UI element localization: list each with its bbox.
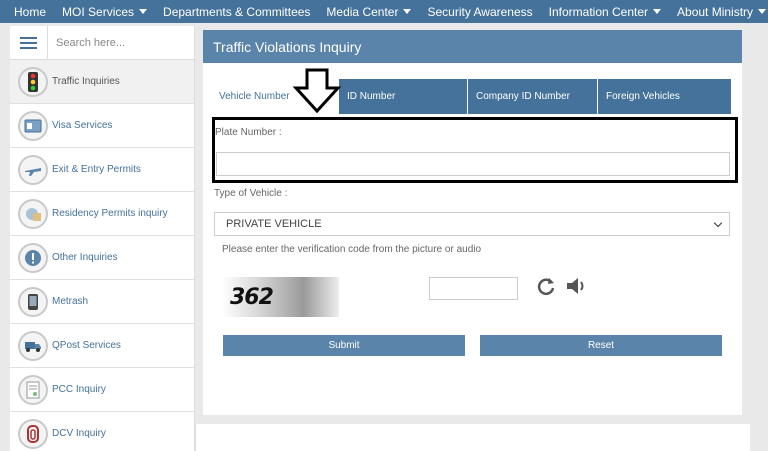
sidebar-item-pcc[interactable]: PCC Inquiry bbox=[10, 368, 194, 412]
sidebar-item-label: Metrash bbox=[52, 296, 89, 307]
sidebar-item-label: QPost Services bbox=[52, 340, 121, 351]
caret-down-icon bbox=[653, 9, 662, 14]
plate-number-input[interactable] bbox=[216, 152, 730, 176]
sidebar-item-label: Traffic Inquiries bbox=[52, 76, 120, 87]
sidebar-item-label: PCC Inquiry bbox=[52, 384, 106, 395]
vehicle-type-label: Type of Vehicle : bbox=[214, 188, 288, 199]
nav-about-ministry[interactable]: About Ministry bbox=[669, 0, 768, 23]
panel-body bbox=[203, 63, 742, 415]
sidebar-item-visa-services[interactable]: Visa Services bbox=[10, 104, 194, 148]
sidebar-item-exit-entry[interactable]: Exit & Entry Permits bbox=[10, 148, 194, 192]
sidebar: Traffic Inquiries Visa Services Exit & E… bbox=[10, 25, 195, 451]
nav-media-center[interactable]: Media Center bbox=[318, 0, 419, 23]
page-title: Traffic Violations Inquiry bbox=[203, 30, 742, 63]
content-footer-area bbox=[195, 424, 750, 451]
certificate-icon bbox=[18, 374, 48, 405]
chevron-down-icon bbox=[713, 218, 723, 227]
sidebar-item-label: DCV Inquiry bbox=[52, 428, 106, 439]
top-navigation: Home MOI Services Departments & Committe… bbox=[0, 0, 768, 23]
sidebar-item-label: Residency Permits inquiry bbox=[52, 208, 168, 219]
sidebar-item-other-inquiries[interactable]: Other Inquiries bbox=[10, 236, 194, 280]
vehicle-type-value: PRIVATE VEHICLE bbox=[226, 218, 322, 230]
down-arrow-icon bbox=[292, 68, 342, 114]
nav-departments[interactable]: Departments & Committees bbox=[155, 0, 318, 23]
nav-information-center[interactable]: Information Center bbox=[541, 0, 669, 23]
nav-media-center-label: Media Center bbox=[326, 4, 399, 19]
nav-security-awareness[interactable]: Security Awareness bbox=[419, 0, 540, 23]
nav-moi-services[interactable]: MOI Services bbox=[54, 0, 155, 23]
captcha-input[interactable] bbox=[429, 277, 518, 300]
refresh-icon[interactable] bbox=[535, 275, 557, 297]
caret-down-icon bbox=[403, 9, 412, 14]
phone-icon bbox=[18, 286, 48, 317]
traffic-light-icon bbox=[18, 66, 48, 97]
sidebar-item-label: Other Inquiries bbox=[52, 252, 118, 263]
caret-down-icon bbox=[758, 9, 767, 14]
sidebar-item-traffic-inquiries[interactable]: Traffic Inquiries bbox=[10, 60, 194, 104]
vehicle-type-select[interactable]: PRIVATE VEHICLE bbox=[214, 212, 730, 236]
speaker-icon[interactable] bbox=[565, 275, 587, 297]
airplane-icon bbox=[18, 154, 48, 185]
sidebar-item-metrash[interactable]: Metrash bbox=[10, 280, 194, 324]
plate-number-label: Plate Number : bbox=[215, 127, 282, 138]
nav-about-ministry-label: About Ministry bbox=[677, 4, 754, 19]
nav-departments-label: Departments & Committees bbox=[163, 4, 311, 19]
exclamation-icon bbox=[18, 242, 48, 273]
hamburger-menu-icon[interactable] bbox=[10, 25, 48, 60]
nav-information-center-label: Information Center bbox=[548, 4, 649, 19]
sidebar-item-qpost[interactable]: QPost Services bbox=[10, 324, 194, 368]
verification-instructions: Please enter the verification code from … bbox=[222, 244, 482, 255]
sidebar-item-residency[interactable]: Residency Permits inquiry bbox=[10, 192, 194, 236]
nav-security-awareness-label: Security Awareness bbox=[427, 4, 533, 19]
sidebar-item-label: Exit & Entry Permits bbox=[52, 164, 141, 175]
reset-button[interactable]: Reset bbox=[480, 335, 722, 356]
tab-foreign-vehicles[interactable]: Foreign Vehicles bbox=[598, 79, 731, 114]
inquiry-tabs: Vehicle Number ID Number Company ID Numb… bbox=[211, 79, 731, 114]
captcha-image: 362 bbox=[222, 277, 339, 317]
caret-down-icon bbox=[139, 9, 148, 14]
tab-id-number[interactable]: ID Number bbox=[339, 79, 468, 114]
tab-company-id-number[interactable]: Company ID Number bbox=[468, 79, 598, 114]
sidebar-item-dcv[interactable]: DCV Inquiry bbox=[10, 412, 194, 451]
search-input[interactable] bbox=[48, 27, 188, 58]
sidebar-item-label: Visa Services bbox=[52, 120, 113, 131]
captcha-code: 362 bbox=[230, 284, 274, 310]
sidebar-search bbox=[10, 25, 194, 60]
residency-card-icon bbox=[18, 198, 48, 229]
nav-home[interactable]: Home bbox=[0, 0, 54, 23]
submit-button[interactable]: Submit bbox=[223, 335, 465, 356]
truck-icon bbox=[18, 330, 48, 361]
nav-home-label: Home bbox=[14, 4, 47, 19]
nav-moi-services-label: MOI Services bbox=[62, 4, 135, 19]
passport-icon bbox=[18, 110, 48, 141]
document-icon bbox=[18, 418, 48, 449]
